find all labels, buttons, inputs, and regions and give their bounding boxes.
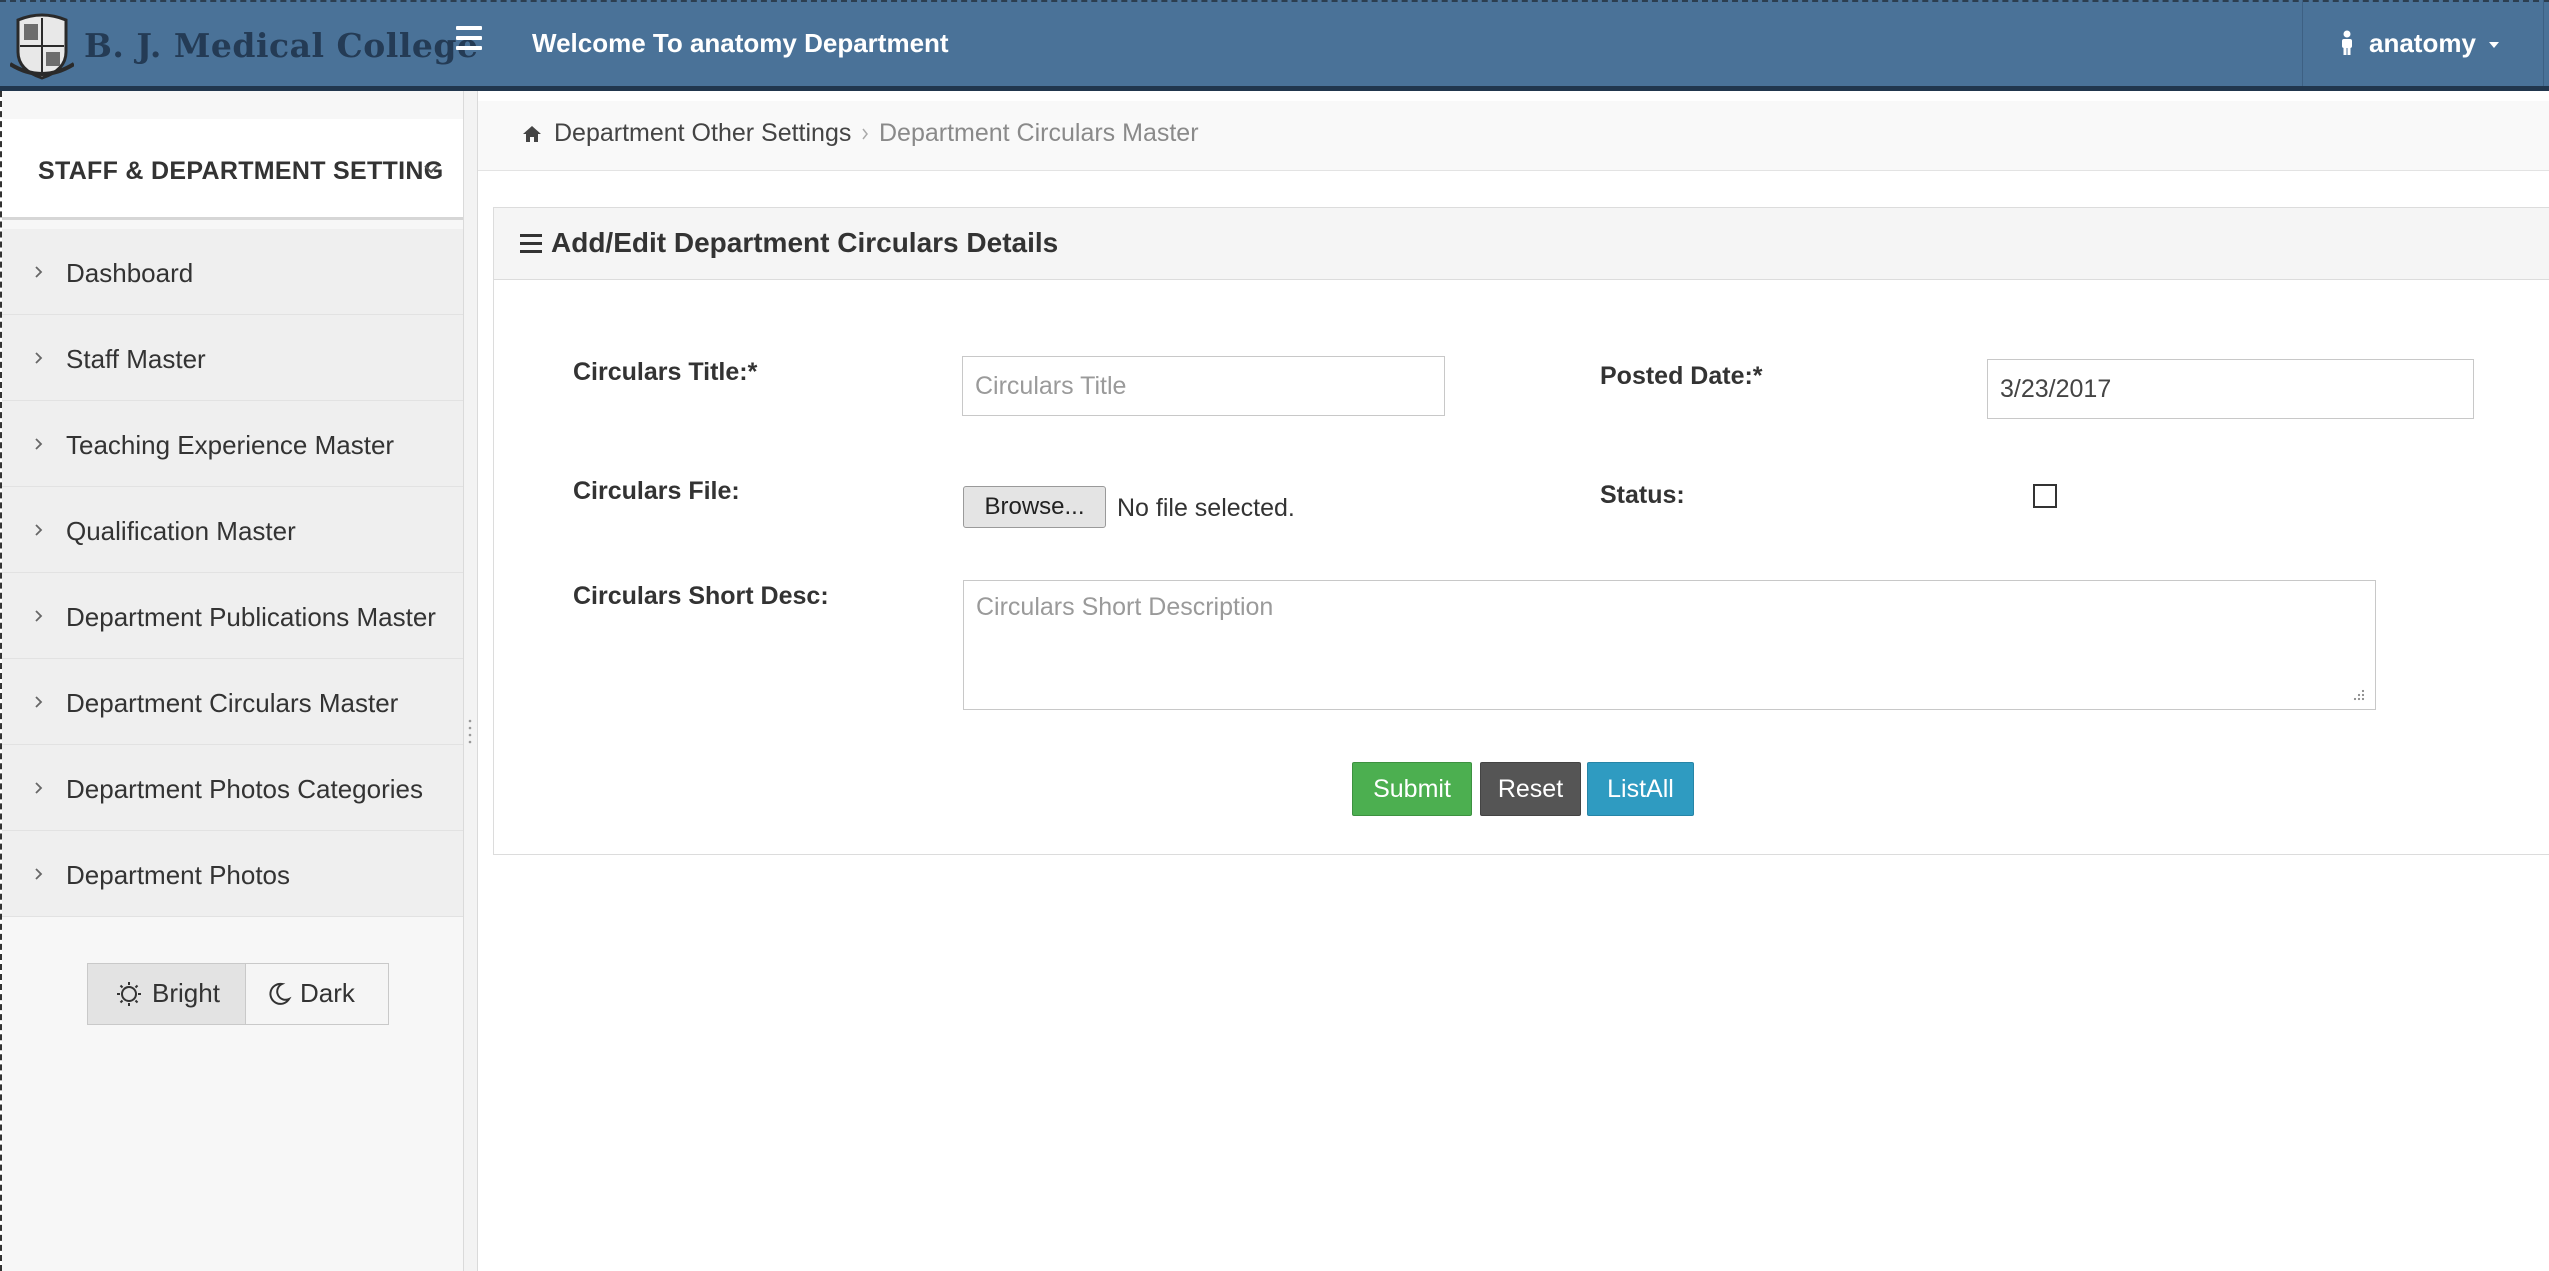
sidebar-item-staff-master[interactable]: Staff Master	[2, 315, 463, 401]
panel-title: Add/Edit Department Circulars Details	[551, 227, 1059, 258]
sidebar-item-label: Department Photos	[66, 860, 291, 890]
status-checkbox[interactable]	[2033, 484, 2057, 508]
sidebar-item-label: Teaching Experience Master	[66, 430, 395, 460]
short-desc-textarea[interactable]	[963, 580, 2376, 710]
sidebar-item-label: Staff Master	[66, 344, 206, 374]
theme-toggle-group: Bright Dark	[87, 963, 389, 1025]
chevron-right-icon	[35, 782, 43, 794]
top-dashed-border	[0, 0, 2549, 2]
chevron-right-icon	[35, 610, 43, 622]
brand-title[interactable]: B. J. Medical College	[84, 26, 478, 65]
sidebar: STAFF & DEPARTMENT SETTING Dashboard Sta…	[2, 91, 463, 1271]
circulars-file-label: Circulars File:	[573, 477, 740, 505]
sidebar-section-header[interactable]: STAFF & DEPARTMENT SETTING	[2, 119, 463, 220]
chevron-right-icon	[35, 868, 43, 880]
list-all-button[interactable]: ListAll	[1587, 762, 1694, 816]
submit-button[interactable]: Submit	[1352, 762, 1472, 816]
sidebar-item-dashboard[interactable]: Dashboard	[2, 229, 463, 315]
sidebar-item-department-circulars-master[interactable]: Department Circulars Master	[2, 659, 463, 745]
chevron-right-icon	[35, 524, 43, 536]
circulars-form-panel: Add/Edit Department Circulars Details	[493, 207, 2549, 855]
chevron-right-icon	[35, 696, 43, 708]
posted-date-input[interactable]	[1987, 359, 2474, 419]
sidebar-item-label: Department Publications Master	[66, 602, 436, 632]
top-navbar: B. J. Medical College Welcome To anatomy…	[0, 0, 2549, 91]
username-label: anatomy	[2369, 28, 2476, 58]
caret-down-icon	[2489, 42, 2499, 48]
welcome-text: Welcome To anatomy Department	[532, 28, 949, 58]
sidebar-item-label: Department Photos Categories	[66, 774, 423, 804]
sidebar-item-department-publications-master[interactable]: Department Publications Master	[2, 573, 463, 659]
sidebar-item-department-photos[interactable]: Department Photos	[2, 831, 463, 917]
moon-icon	[269, 982, 292, 1005]
dark-theme-button[interactable]: Dark	[246, 964, 388, 1024]
chevron-right-icon	[35, 352, 43, 364]
chevron-down-icon	[424, 165, 438, 174]
circulars-title-label: Circulars Title:*	[573, 358, 758, 386]
bright-theme-label: Bright	[152, 978, 220, 1008]
dark-theme-label: Dark	[300, 978, 355, 1008]
sidebar-section-title: STAFF & DEPARTMENT SETTING	[38, 157, 444, 185]
browse-file-button[interactable]: Browse...	[963, 486, 1106, 528]
college-crest-logo[interactable]	[10, 12, 74, 80]
bright-theme-button[interactable]: Bright	[88, 964, 246, 1024]
textarea-resize-icon[interactable]	[2352, 688, 2366, 702]
sidebar-item-qualification-master[interactable]: Qualification Master	[2, 487, 463, 573]
panel-header: Add/Edit Department Circulars Details	[494, 208, 2549, 280]
circulars-title-input[interactable]	[962, 356, 1445, 416]
status-label: Status:	[1600, 481, 1685, 509]
user-icon	[2342, 30, 2352, 55]
home-icon[interactable]	[522, 124, 542, 144]
sidebar-resizer[interactable]	[463, 91, 478, 1271]
breadcrumb: Department Other Settings Department Cir…	[478, 101, 2549, 171]
short-desc-label: Circulars Short Desc:	[573, 582, 829, 610]
sidebar-item-label: Department Circulars Master	[66, 688, 399, 718]
menu-toggle-icon[interactable]	[456, 26, 482, 56]
breadcrumb-current: Department Circulars Master	[879, 119, 1199, 147]
list-icon	[520, 234, 542, 254]
file-status-text: No file selected.	[1117, 494, 1295, 522]
sidebar-item-department-photos-categories[interactable]: Department Photos Categories	[2, 745, 463, 831]
user-menu[interactable]: anatomy	[2302, 0, 2544, 86]
reset-button[interactable]: Reset	[1480, 762, 1581, 816]
sidebar-item-label: Dashboard	[66, 258, 194, 288]
breadcrumb-separator-icon	[862, 128, 868, 140]
breadcrumb-parent-link[interactable]: Department Other Settings	[554, 119, 851, 148]
resize-grip-icon[interactable]	[468, 718, 472, 744]
sun-icon	[117, 982, 141, 1006]
posted-date-label: Posted Date:*	[1600, 362, 1763, 390]
sidebar-item-teaching-experience-master[interactable]: Teaching Experience Master	[2, 401, 463, 487]
chevron-right-icon	[35, 438, 43, 450]
sidebar-item-label: Qualification Master	[66, 516, 296, 546]
chevron-right-icon	[35, 266, 43, 278]
